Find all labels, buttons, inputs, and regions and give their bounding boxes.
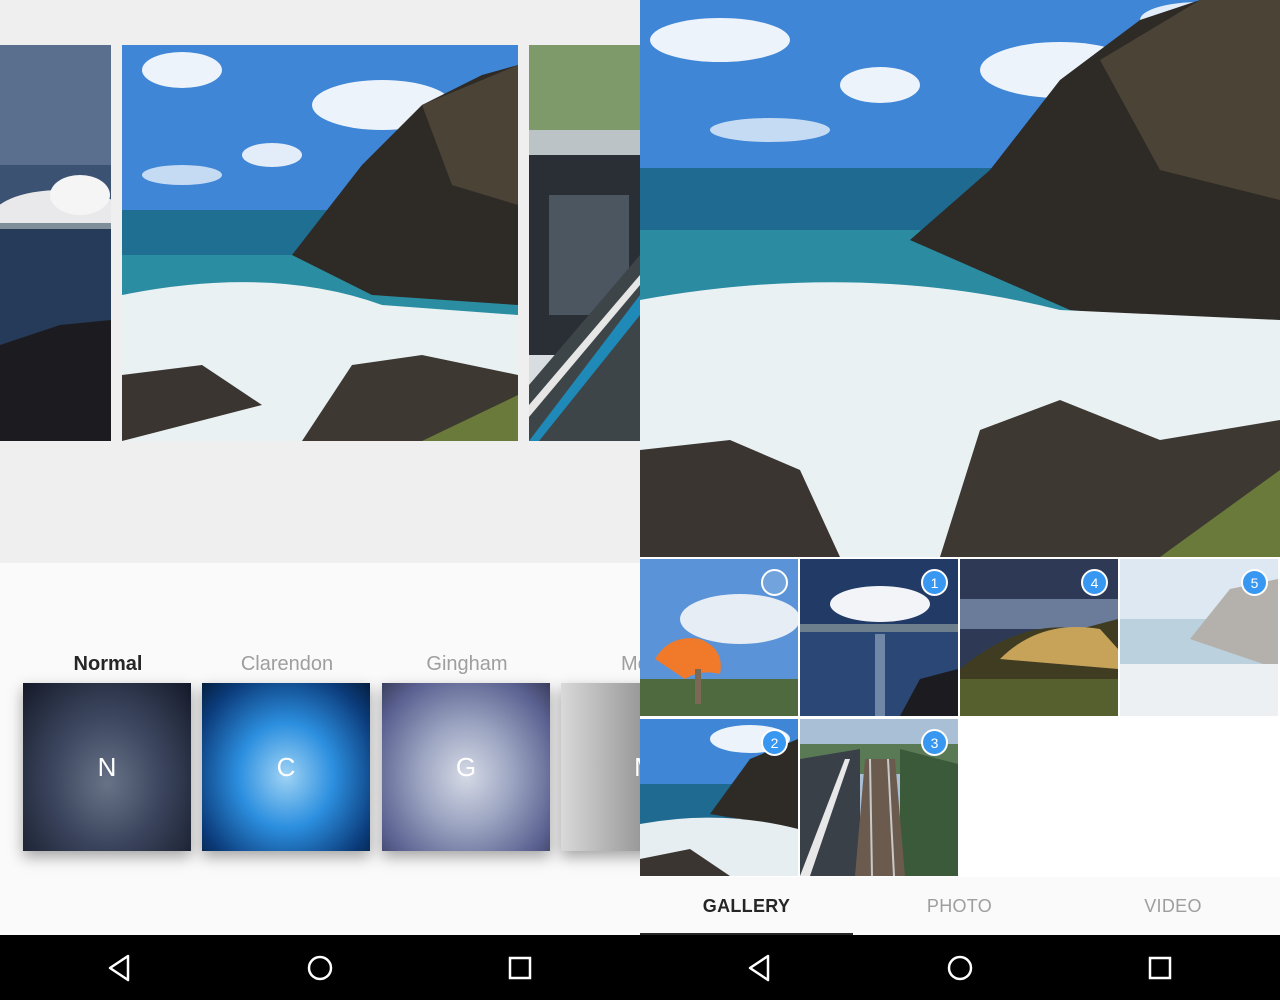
recents-icon[interactable]	[502, 950, 538, 986]
selection-badge[interactable]	[761, 569, 788, 596]
source-tabs: GALLERY PHOTO VIDEO	[640, 877, 1280, 935]
filter-thumbnail[interactable]: C	[202, 683, 370, 851]
gallery-tile[interactable]: 1	[800, 559, 958, 716]
carousel-photo-current[interactable]	[122, 45, 518, 441]
home-icon[interactable]	[302, 950, 338, 986]
selection-badge[interactable]: 2	[761, 729, 788, 756]
filter-label: Clarendon	[240, 653, 334, 675]
carousel-photo-previous[interactable]	[0, 45, 111, 441]
home-icon[interactable]	[942, 950, 978, 986]
filter-label: Normal	[73, 653, 143, 675]
selection-badge[interactable]: 4	[1081, 569, 1108, 596]
gallery-tile[interactable]: 2	[640, 719, 798, 876]
tab-video[interactable]: VIDEO	[1066, 877, 1280, 935]
filter-letter: G	[455, 751, 477, 782]
selection-badge[interactable]: 5	[1241, 569, 1268, 596]
back-icon[interactable]	[102, 950, 138, 986]
system-navigation-bar	[640, 935, 1280, 1000]
back-icon[interactable]	[742, 950, 778, 986]
gallery-tile[interactable]: 3	[800, 719, 958, 876]
recents-icon[interactable]	[1142, 950, 1178, 986]
filter-letter: C	[276, 751, 296, 782]
gallery-screen: 1 4 5 2 3 GALLERY PHOTO VIDEO	[640, 0, 1280, 1000]
photo-carousel[interactable]	[0, 45, 640, 441]
carousel-photo-next[interactable]	[529, 45, 640, 441]
selection-badge[interactable]: 1	[921, 569, 948, 596]
filter-editor-screen: Normal N Clarendon C Gingham G Moon M	[0, 0, 640, 1000]
filter-label: Gingham	[426, 653, 508, 675]
gallery-tile[interactable]: 4	[960, 559, 1118, 716]
tab-photo[interactable]: PHOTO	[853, 877, 1066, 935]
gallery-tile[interactable]	[640, 559, 798, 716]
filter-thumbnail[interactable]: M	[561, 683, 640, 851]
gallery-tile[interactable]: 5	[1120, 559, 1278, 716]
selected-photo-preview[interactable]	[640, 0, 1280, 557]
system-navigation-bar	[0, 935, 640, 1000]
filter-thumbnail[interactable]: G	[382, 683, 550, 851]
filter-letter: N	[97, 751, 117, 782]
filter-thumbnail[interactable]: N	[23, 683, 191, 851]
filter-label: Moon	[620, 653, 640, 675]
selection-badge[interactable]: 3	[921, 729, 948, 756]
gallery-grid: 1 4 5 2 3	[640, 559, 1280, 877]
tab-gallery[interactable]: GALLERY	[640, 877, 853, 935]
